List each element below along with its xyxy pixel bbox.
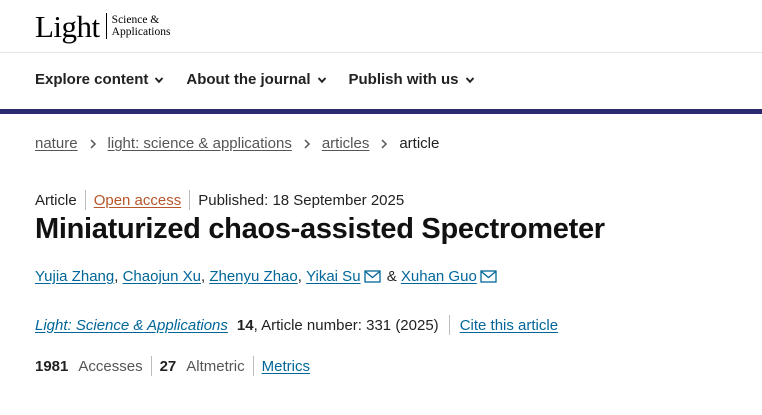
metrics-link[interactable]: Metrics [262,358,310,375]
logo-wordmark: Light [35,8,100,44]
envelope-icon[interactable] [480,270,497,283]
breadcrumb-current: article [399,135,440,152]
nav-about-journal[interactable]: About the journal [186,71,326,88]
altmetric-label: Altmetric [186,357,245,375]
breadcrumb-nature[interactable]: nature [35,135,78,152]
citation-line: Light: Science & Applications 14 , Artic… [35,315,558,335]
citation-divider [448,315,450,335]
nav-label: Explore content [35,71,149,88]
author-ampersand: & [382,268,401,285]
article-metrics: 1981 Accesses 27 Altmetric Metrics [35,356,310,376]
breadcrumb: nature light: science & applications art… [35,135,439,152]
nav-publish-with-us[interactable]: Publish with us [349,71,475,88]
header-divider [0,52,762,53]
journal-logo[interactable]: Light Science & Applications [35,8,170,44]
chevron-right-icon [90,138,96,149]
logo-subtitle-line2: Applications [111,26,171,38]
chevron-down-icon [465,76,474,83]
breadcrumb-articles[interactable]: articles [322,135,370,152]
nav-label: Publish with us [348,71,459,88]
volume-number: 14 [236,316,254,334]
accesses-label: Accesses [78,357,143,375]
chevron-down-icon [155,76,164,83]
article-meta: Article Open access Published: 18 Septem… [35,190,404,210]
author-separator: , [297,268,307,285]
open-access-link[interactable]: Open access [94,192,182,209]
meta-divider [189,190,191,210]
author-link[interactable]: Zhenyu Zhao [209,268,297,285]
article-number: , Article number: 331 (2025) [253,316,439,334]
nav-label: About the journal [186,71,311,88]
chevron-down-icon [317,76,326,83]
logo-divider [105,13,107,39]
author-link[interactable]: Chaojun Xu [123,268,201,285]
accesses-count: 1981 [35,357,69,375]
author-separator: , [114,268,123,285]
author-separator: , [200,268,210,285]
article-title: Miniaturized chaos-assisted Spectrometer [35,213,605,245]
altmetric-count: 27 [159,357,177,375]
article-type: Article [35,191,77,209]
meta-divider [84,190,86,210]
envelope-icon[interactable] [363,270,381,283]
nav-explore-content[interactable]: Explore content [35,71,164,88]
logo-subtitle-line1: Science & [111,14,160,26]
metrics-divider [150,356,152,376]
chevron-right-icon [381,138,388,149]
logo-subtitle: Science & Applications [112,14,171,38]
breadcrumb-journal[interactable]: light: science & applications [108,135,292,152]
metrics-divider [252,356,254,376]
journal-link[interactable]: Light: Science & Applications [35,317,228,334]
author-list: Yujia Zhang, Chaojun Xu, Zhenyu Zhao, Yi… [35,268,499,285]
nav-accent-bar [0,109,762,114]
cite-this-article-link[interactable]: Cite this article [460,317,558,334]
author-link[interactable]: Yujia Zhang [35,268,114,285]
main-nav: Explore content About the journal Publis… [35,71,475,88]
author-link[interactable]: Yikai Su [306,268,360,285]
published-date: Published: 18 September 2025 [198,191,405,209]
chevron-right-icon [304,138,310,149]
author-link[interactable]: Xuhan Guo [401,268,477,285]
